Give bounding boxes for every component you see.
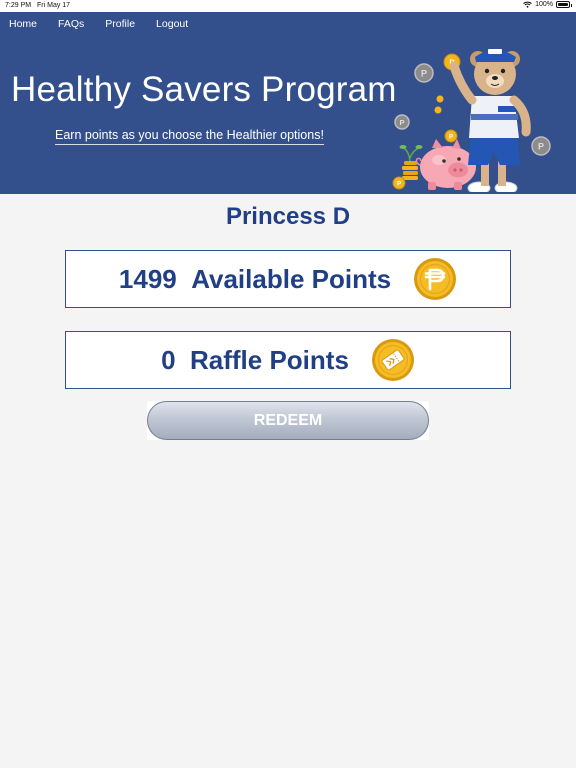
piggy-bank-icon <box>415 139 476 190</box>
available-points-card: 1499 Available Points <box>65 250 511 308</box>
top-nav: Home FAQs Profile Logout <box>0 18 200 30</box>
available-points-label: Available Points <box>191 263 392 294</box>
redeem-button[interactable]: REDEEM <box>147 401 429 440</box>
raffle-coin-icon <box>371 339 414 381</box>
available-points-value: 1499 <box>118 263 177 294</box>
raffle-points-value: 0 <box>161 344 176 375</box>
wifi-icon <box>523 1 532 8</box>
raffle-points-card: 0 Raffle Points <box>65 331 511 389</box>
user-name: Princess D <box>225 203 351 230</box>
banner-subtitle: Earn points as you choose the Healthier … <box>55 128 324 145</box>
svg-text:P: P <box>399 118 404 127</box>
gold-coin-icon: P <box>444 129 458 143</box>
svg-text:P: P <box>538 142 544 152</box>
nav-home-link[interactable]: Home <box>9 18 37 30</box>
header-banner: Home FAQs Profile Logout Healthy Savers … <box>0 12 576 194</box>
raffle-points-label: Raffle Points <box>190 344 349 375</box>
grey-coin-icon: P <box>394 114 410 130</box>
grey-coin-icon: P <box>414 63 434 83</box>
battery-icon <box>556 1 572 8</box>
nav-logout-link[interactable]: Logout <box>156 18 188 30</box>
peso-coin-icon <box>414 258 457 300</box>
banner-title: Healthy Savers Program <box>11 70 397 109</box>
redeem-button-container: REDEEM <box>147 401 429 440</box>
bear-piggy-bank-illustration: P P P P P P <box>392 49 551 192</box>
status-date: Fri May 17 <box>37 2 71 9</box>
svg-text:P: P <box>397 182 401 188</box>
status-right: 100% <box>523 1 572 8</box>
status-time: 7:29 PM <box>5 2 32 9</box>
gold-coin-icon: P <box>392 176 406 190</box>
battery-percent: 100% <box>535 1 553 8</box>
nav-profile-link[interactable]: Profile <box>105 18 135 30</box>
svg-text:P: P <box>421 69 427 79</box>
grey-coin-icon: P <box>531 136 551 156</box>
status-bar: 7:29 PM Fri May 17 100% <box>0 0 576 12</box>
nav-faqs-link[interactable]: FAQs <box>58 18 84 30</box>
svg-text:P: P <box>449 135 453 141</box>
